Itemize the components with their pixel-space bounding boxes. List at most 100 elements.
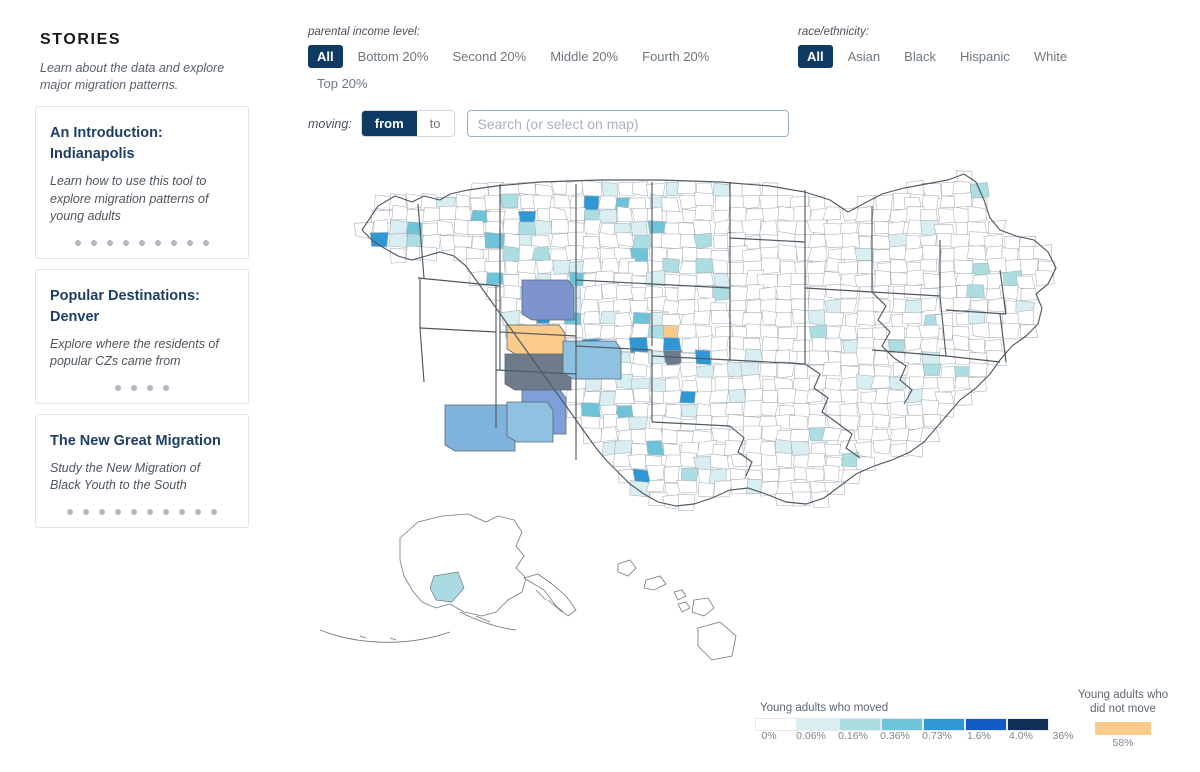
county-cell[interactable]	[837, 261, 858, 275]
story-card-new-great-migration[interactable]: The New Great Migration Study the New Mi…	[35, 413, 249, 528]
filter-option-second-20[interactable]: Second 20%	[443, 45, 535, 68]
search-input[interactable]	[466, 110, 789, 137]
county-cell[interactable]	[761, 257, 781, 275]
county-cell[interactable]	[777, 205, 797, 222]
county-cell[interactable]	[676, 299, 696, 316]
county-cell[interactable]	[502, 218, 520, 235]
county-cell[interactable]	[870, 375, 891, 390]
county-cell[interactable]	[694, 349, 712, 365]
county-cell[interactable]	[682, 246, 699, 262]
county-cell[interactable]	[600, 257, 620, 273]
county-cell[interactable]	[661, 364, 681, 378]
county-cell[interactable]	[565, 388, 585, 404]
county-cell[interactable]	[742, 248, 762, 263]
county-cell[interactable]	[824, 311, 845, 327]
county-cell[interactable]	[553, 193, 572, 209]
county-cell[interactable]	[922, 363, 942, 376]
county-cell[interactable]	[774, 349, 791, 363]
county-cell[interactable]	[616, 205, 633, 222]
county-cell[interactable]	[855, 310, 876, 326]
county-cell[interactable]	[583, 284, 603, 301]
county-cell[interactable]	[664, 454, 684, 468]
story-step-dot[interactable]	[91, 239, 97, 246]
county-cell[interactable]	[694, 205, 713, 222]
story-step-dot[interactable]	[131, 384, 137, 391]
county-cell[interactable]	[531, 245, 551, 263]
county-cell[interactable]	[484, 231, 505, 249]
county-cell[interactable]	[501, 309, 521, 327]
county-cell[interactable]	[695, 376, 713, 394]
county-cell[interactable]	[984, 245, 1004, 261]
county-cell[interactable]	[805, 467, 825, 483]
county-cell[interactable]	[777, 244, 797, 261]
county-cell[interactable]	[825, 283, 844, 300]
alaska-panhandle[interactable]	[523, 573, 577, 617]
county-cell[interactable]	[436, 220, 455, 237]
county-cell[interactable]	[728, 388, 746, 403]
county-cell[interactable]	[842, 232, 860, 249]
county-cell[interactable]	[391, 204, 410, 221]
county-cell[interactable]	[872, 249, 891, 263]
county-cell[interactable]	[499, 193, 519, 209]
county-cell[interactable]	[581, 257, 602, 273]
county-cell[interactable]	[710, 453, 730, 471]
county-cell[interactable]	[677, 222, 696, 236]
county-cell[interactable]	[922, 245, 942, 261]
county-cell[interactable]	[486, 272, 506, 285]
filter-option-all[interactable]: All	[308, 45, 343, 68]
county-cell[interactable]	[1001, 323, 1021, 340]
county-cell[interactable]	[646, 479, 665, 492]
county-cell[interactable]	[518, 182, 537, 197]
county-cell[interactable]	[840, 298, 858, 313]
county-cell[interactable]	[855, 205, 875, 223]
county-cell[interactable]	[871, 209, 892, 223]
county-cell[interactable]	[694, 192, 714, 207]
county-cell[interactable]	[713, 234, 730, 249]
county-cell[interactable]	[664, 377, 681, 393]
county-cell[interactable]	[759, 362, 777, 377]
county-cell[interactable]	[676, 285, 696, 301]
county-cell[interactable]	[692, 219, 712, 236]
hawaii-island[interactable]	[677, 601, 691, 613]
county-cell[interactable]	[535, 259, 556, 275]
county-cell[interactable]	[630, 220, 648, 237]
hawaii-island[interactable]	[673, 589, 687, 601]
county-cell[interactable]	[858, 222, 876, 238]
county-cell[interactable]	[921, 399, 941, 416]
story-step-dot[interactable]	[163, 384, 169, 391]
filter-option-top-20[interactable]: Top 20%	[308, 72, 377, 95]
county-cell[interactable]	[872, 297, 891, 314]
county-cell[interactable]	[953, 259, 974, 276]
county-cell[interactable]	[581, 179, 603, 197]
county-cell[interactable]	[760, 402, 779, 417]
county-cell[interactable]	[580, 402, 601, 419]
county-cell[interactable]	[921, 195, 939, 212]
toggle-to[interactable]: to	[417, 111, 454, 136]
map-svg[interactable]	[300, 160, 1140, 680]
county-cell[interactable]	[693, 310, 711, 326]
county-cell[interactable]	[870, 235, 891, 250]
county-cell[interactable]	[662, 390, 683, 406]
county-cell[interactable]	[790, 441, 810, 457]
county-cell[interactable]	[985, 350, 1007, 366]
county-cell[interactable]	[712, 183, 731, 198]
county-cell[interactable]	[774, 438, 793, 454]
county-cell[interactable]	[918, 324, 940, 338]
county-cell[interactable]	[872, 439, 892, 455]
county-cell[interactable]	[789, 415, 810, 430]
county-cell[interactable]	[889, 427, 909, 442]
high-flow-commuting-zone[interactable]	[506, 401, 554, 443]
story-step-dot[interactable]	[179, 508, 185, 515]
county-cell[interactable]	[967, 205, 987, 223]
county-cell[interactable]	[551, 218, 570, 234]
selected-commuting-zone[interactable]	[506, 324, 566, 356]
county-cell[interactable]	[629, 299, 650, 314]
county-cell[interactable]	[681, 467, 699, 482]
county-cell[interactable]	[774, 312, 792, 328]
county-cell[interactable]	[892, 362, 909, 377]
county-cell[interactable]	[646, 464, 665, 482]
county-cell[interactable]	[612, 452, 632, 468]
county-cell[interactable]	[565, 180, 584, 197]
county-cell[interactable]	[373, 219, 389, 234]
story-step-dot[interactable]	[99, 508, 105, 515]
